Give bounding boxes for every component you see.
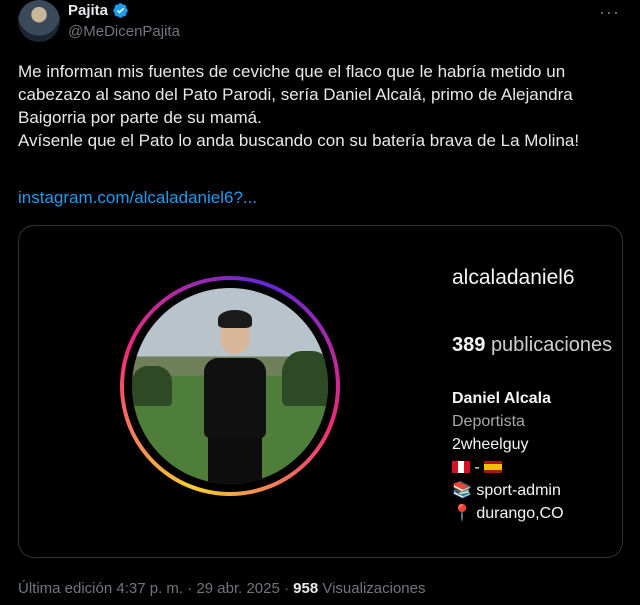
author-avatar[interactable] [18, 0, 60, 42]
ig-full-name: Daniel Alcala [452, 390, 552, 407]
tweet-link[interactable]: instagram.com/alcaladaniel6?... [18, 188, 257, 208]
ig-bio-line4-text: durango,CO [476, 505, 564, 522]
tweet-body: Me informan mis fuentes de ceviche que e… [18, 62, 580, 150]
ig-posts-label: publicaciones [490, 334, 613, 356]
author-name-row: Pajita [68, 2, 129, 19]
ig-bio-line3: 📚 sport-admin [452, 479, 564, 502]
spain-flag-icon [484, 461, 503, 473]
books-icon: 📚 [452, 482, 472, 499]
more-options-icon[interactable]: ··· [599, 2, 620, 23]
views-count: 958 [293, 580, 319, 597]
tweet-text: Me informan mis fuentes de ceviche que e… [18, 60, 628, 152]
ig-bio: Daniel Alcala Deportista 2wheelguy - 📚 s… [452, 387, 564, 525]
author-handle[interactable]: @MeDicenPajita [68, 23, 180, 40]
views-label: Visualizaciones [322, 580, 426, 597]
story-ring [120, 276, 340, 496]
ig-posts: 389 publicaciones [452, 334, 612, 357]
peru-flag-icon [452, 461, 470, 473]
author-name[interactable]: Pajita [68, 2, 108, 19]
ig-posts-count: 389 [452, 334, 486, 356]
verified-badge-icon [113, 3, 128, 18]
ig-bio-line3-text: sport-admin [476, 482, 561, 499]
media-card[interactable]: alcaladaniel6 389 publicaciones Daniel A… [18, 225, 623, 558]
pin-icon: 📍 [452, 505, 472, 522]
ig-bio-line4: 📍 durango,CO [452, 502, 564, 525]
ig-bio-flags: - [452, 456, 564, 479]
ig-flags-sep: - [474, 459, 480, 476]
profile-photo [132, 288, 328, 484]
edit-timestamp[interactable]: Última edición 4:37 p. m. · 29 abr. 2025… [18, 580, 289, 597]
ig-username: alcaladaniel6 [452, 266, 575, 289]
ig-category: Deportista [452, 413, 525, 430]
tweet-footer: Última edición 4:37 p. m. · 29 abr. 2025… [18, 580, 425, 597]
ig-bio-line1: 2wheelguy [452, 436, 529, 453]
